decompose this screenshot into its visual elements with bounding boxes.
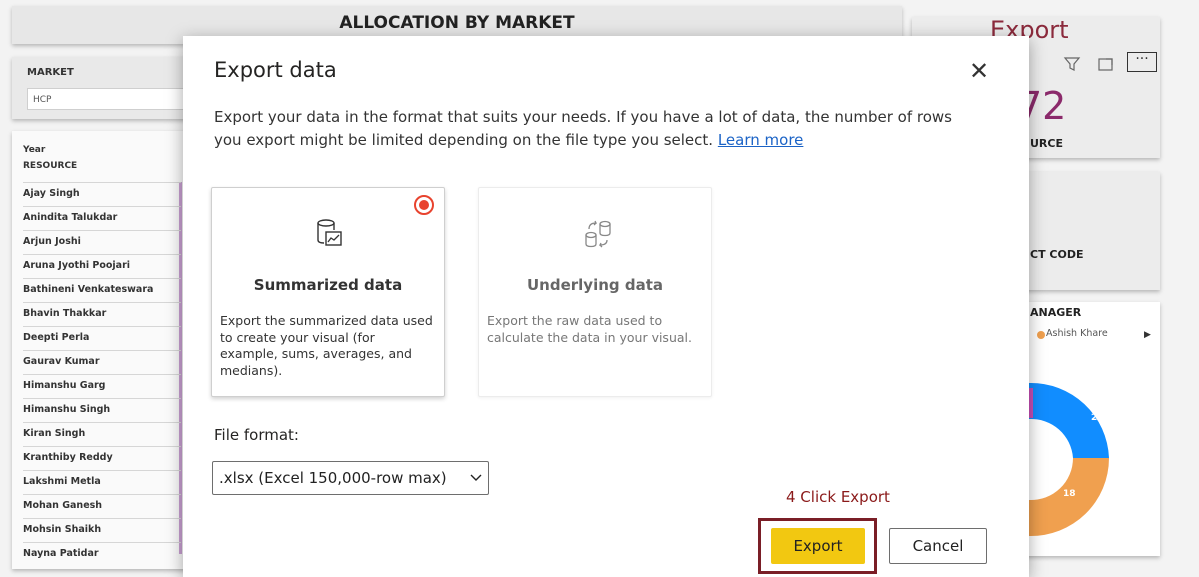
table-row[interactable]: Mohan Ganesh bbox=[23, 494, 181, 518]
focus-mode-icon[interactable] bbox=[1097, 55, 1115, 73]
card3-title: ANAGER bbox=[1030, 306, 1082, 319]
summarized-data-title: Summarized data bbox=[253, 276, 403, 294]
filter-icon[interactable] bbox=[1063, 55, 1081, 73]
more-options-icon[interactable]: ··· bbox=[1127, 52, 1157, 72]
chevron-down-icon bbox=[469, 462, 483, 505]
table-header-resource: RESOURCE bbox=[23, 161, 78, 171]
export-button[interactable]: Export bbox=[771, 528, 865, 564]
table-row[interactable]: Himanshu Garg bbox=[23, 374, 181, 398]
underlying-data-option[interactable]: Underlying data Export the raw data used… bbox=[478, 187, 712, 397]
description-text: Export your data in the format that suit… bbox=[214, 108, 952, 149]
file-format-label: File format: bbox=[214, 426, 299, 444]
table-row[interactable]: Aruna Jyothi Poojari bbox=[23, 254, 181, 278]
table-row[interactable]: Bhavin Thakkar bbox=[23, 302, 181, 326]
donut-label-18: 18 bbox=[1063, 489, 1076, 499]
table-row[interactable]: Kiran Singh bbox=[23, 422, 181, 446]
table-row[interactable]: Bathineni Venkateswara bbox=[23, 278, 181, 302]
underlying-data-icon bbox=[583, 218, 613, 254]
donut-label-20: 20 bbox=[1091, 413, 1104, 423]
summarized-data-description: Export the summarized data used to creat… bbox=[220, 313, 433, 378]
underlying-data-description: Export the raw data used to calculate th… bbox=[487, 313, 692, 345]
table-row[interactable]: Kranthiby Reddy bbox=[23, 446, 181, 470]
table-row[interactable]: Deepti Perla bbox=[23, 326, 181, 350]
table-row[interactable]: Arjun Joshi bbox=[23, 230, 181, 254]
step-annotation: 4 Click Export bbox=[786, 488, 890, 506]
dialog-title: Export data bbox=[214, 58, 337, 82]
card1-label: URCE bbox=[1030, 137, 1063, 150]
close-icon[interactable]: ✕ bbox=[966, 58, 992, 84]
market-dropdown[interactable]: HCP bbox=[27, 88, 187, 110]
table-row[interactable]: Ajay Singh bbox=[23, 182, 181, 206]
table-header-year: Year bbox=[23, 145, 46, 155]
table-row[interactable]: Gaurav Kumar bbox=[23, 350, 181, 374]
market-label: MARKET bbox=[27, 67, 74, 78]
file-format-select[interactable]: .xlsx (Excel 150,000-row max) bbox=[212, 461, 489, 495]
file-format-value: .xlsx (Excel 150,000-row max) bbox=[219, 469, 447, 487]
underlying-data-title: Underlying data bbox=[526, 276, 664, 294]
legend-dot bbox=[1037, 331, 1045, 339]
table-row[interactable]: Himanshu Singh bbox=[23, 398, 181, 422]
donut-segment-pink bbox=[1029, 388, 1033, 418]
card2-label: CT CODE bbox=[1030, 248, 1084, 261]
learn-more-link[interactable]: Learn more bbox=[718, 131, 804, 149]
table-row[interactable]: Anindita Talukdar bbox=[23, 206, 181, 230]
cancel-button[interactable]: Cancel bbox=[889, 528, 987, 564]
summarized-data-icon bbox=[316, 218, 344, 254]
legend-item: Ashish Khare bbox=[1046, 328, 1108, 339]
summarized-data-option[interactable]: Summarized data Export the summarized da… bbox=[211, 187, 445, 397]
donut-chart: 20 18 bbox=[1029, 382, 1109, 537]
table-row[interactable]: Lakshmi Metla bbox=[23, 470, 181, 494]
selected-radio-icon[interactable] bbox=[414, 195, 434, 215]
table-row[interactable]: Nayna Patidar bbox=[23, 542, 181, 566]
legend-next-icon[interactable]: ▶ bbox=[1144, 330, 1151, 340]
table-row[interactable]: Mohsin Shaikh bbox=[23, 518, 181, 542]
dialog-description: Export your data in the format that suit… bbox=[214, 106, 974, 152]
